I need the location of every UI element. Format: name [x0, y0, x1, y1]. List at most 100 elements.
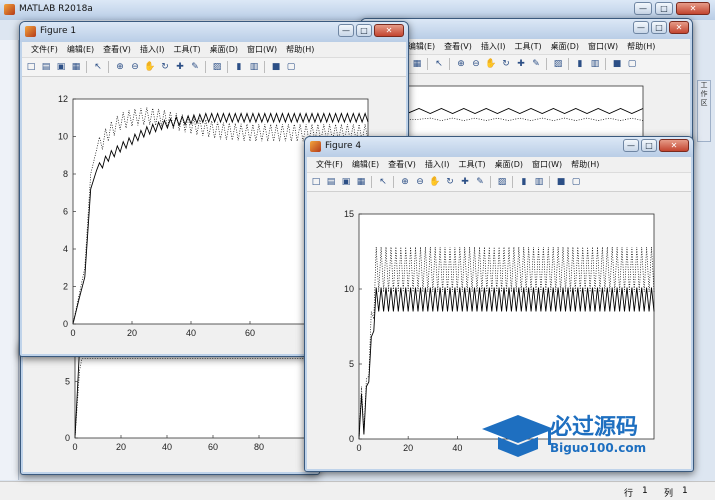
toolbar-separator — [568, 58, 569, 70]
pointer-icon[interactable]: ↖ — [92, 61, 104, 73]
new-icon[interactable]: □ — [310, 176, 322, 188]
link-icon[interactable]: ▨ — [496, 176, 508, 188]
show-plot-tools-icon[interactable]: ▢ — [285, 61, 297, 73]
rotate-icon[interactable]: ↻ — [444, 176, 456, 188]
menu-item[interactable]: 编辑(E) — [408, 39, 435, 54]
menu-item[interactable]: 插入(I) — [425, 157, 450, 172]
figure1-toolbar: □ ▤ ▣ ▦ ↖ ⊕ ⊖ ✋ ↻ ✚ ✎ ▨ ▮ ▥ ■ ▢ — [22, 58, 406, 77]
menu-item[interactable]: 插入(I) — [140, 42, 165, 57]
zoom-in-icon[interactable]: ⊕ — [455, 58, 467, 70]
zoom-in-icon[interactable]: ⊕ — [114, 61, 126, 73]
open-icon[interactable]: ▤ — [325, 176, 337, 188]
menu-item[interactable]: 窗口(W) — [247, 42, 277, 57]
pointer-icon[interactable]: ↖ — [433, 58, 445, 70]
pointer-icon[interactable]: ↖ — [377, 176, 389, 188]
menu-item[interactable]: 桌面(D) — [551, 39, 579, 54]
menu-item[interactable]: 工具(T) — [458, 157, 485, 172]
pan-icon[interactable]: ✋ — [485, 58, 497, 70]
menu-item[interactable]: 桌面(D) — [210, 42, 238, 57]
menu-item[interactable]: 帮助(H) — [286, 42, 314, 57]
zoom-out-icon[interactable]: ⊖ — [470, 58, 482, 70]
x-tick-label: 60 — [245, 328, 255, 338]
legend-icon[interactable]: ▥ — [589, 58, 601, 70]
link-icon[interactable]: ▨ — [552, 58, 564, 70]
y-tick-label: 5 — [349, 359, 354, 369]
menu-item[interactable]: 窗口(W) — [532, 157, 562, 172]
link-icon[interactable]: ▨ — [211, 61, 223, 73]
save-icon[interactable]: ▣ — [340, 176, 352, 188]
menu-item[interactable]: 查看(V) — [444, 39, 472, 54]
matlab-minimize-button[interactable]: — — [634, 2, 652, 15]
figure1-close-button[interactable]: ✕ — [374, 24, 404, 37]
matlab-maximize-button[interactable]: □ — [655, 2, 673, 15]
hide-plot-tools-icon[interactable]: ■ — [611, 58, 623, 70]
rotate-icon[interactable]: ↻ — [159, 61, 171, 73]
menu-item[interactable]: 查看(V) — [103, 42, 131, 57]
menu-item[interactable]: 窗口(W) — [588, 39, 618, 54]
print-icon[interactable]: ▦ — [355, 176, 367, 188]
figure-back-window[interactable]: — □ ✕ 文件(F)编辑(E)查看(V)插入(I)工具(T)桌面(D)窗口(W… — [360, 18, 693, 143]
zoom-in-icon[interactable]: ⊕ — [399, 176, 411, 188]
menu-item[interactable]: 帮助(H) — [571, 157, 599, 172]
matlab-close-button[interactable]: ✕ — [676, 2, 710, 15]
figure4-app-icon — [310, 141, 321, 152]
new-icon[interactable]: □ — [25, 61, 37, 73]
x-tick-label: 20 — [127, 328, 137, 338]
save-icon[interactable]: ▣ — [55, 61, 67, 73]
figure-back-minimize-button[interactable]: — — [633, 21, 649, 34]
figure-back-maximize-button[interactable]: □ — [651, 21, 667, 34]
brush-icon[interactable]: ✎ — [474, 176, 486, 188]
y-tick-label: 0 — [63, 319, 68, 329]
data-cursor-icon[interactable]: ✚ — [459, 176, 471, 188]
figure4-menubar: 文件(F) 编辑(E) 查看(V) 插入(I) 工具(T) 桌面(D) 窗口(W) 帮助(H) — [307, 157, 691, 173]
colorbar-icon[interactable]: ▮ — [233, 61, 245, 73]
figure4-minimize-button[interactable]: — — [623, 139, 639, 152]
hide-plot-tools-icon[interactable]: ■ — [270, 61, 282, 73]
colorbar-icon[interactable]: ▮ — [574, 58, 586, 70]
menu-item[interactable]: 文件(F) — [316, 157, 343, 172]
menu-item[interactable]: 编辑(E) — [352, 157, 379, 172]
brush-icon[interactable]: ✎ — [530, 58, 542, 70]
menu-item[interactable]: 编辑(E) — [67, 42, 94, 57]
toolbar-separator — [605, 58, 606, 70]
figure1-title: Figure 1 — [40, 26, 77, 36]
legend-icon[interactable]: ▥ — [248, 61, 260, 73]
legend-icon[interactable]: ▥ — [533, 176, 545, 188]
figure-back-axes — [363, 85, 644, 140]
zoom-out-icon[interactable]: ⊖ — [414, 176, 426, 188]
workspace-panel-tab[interactable]: 工作区 — [697, 80, 711, 142]
rotate-icon[interactable]: ↻ — [500, 58, 512, 70]
colorbar-icon[interactable]: ▮ — [518, 176, 530, 188]
menu-item[interactable]: 查看(V) — [388, 157, 416, 172]
figure4-maximize-button[interactable]: □ — [641, 139, 657, 152]
toolbar-separator — [227, 61, 228, 73]
pan-icon[interactable]: ✋ — [429, 176, 441, 188]
left-panel-strip — [0, 40, 19, 480]
menu-item[interactable]: 桌面(D) — [495, 157, 523, 172]
y-tick-label: 0 — [349, 434, 354, 444]
menu-item[interactable]: 帮助(H) — [627, 39, 655, 54]
figure-back-close-button[interactable]: ✕ — [669, 21, 689, 34]
watermark-text: 必过源码 — [550, 415, 639, 440]
watermark-url: Biguo100.com — [550, 441, 647, 455]
figure1-maximize-button[interactable]: □ — [356, 24, 372, 37]
menu-item[interactable]: 插入(I) — [481, 39, 506, 54]
data-cursor-icon[interactable]: ✚ — [515, 58, 527, 70]
figure-back-bottom-axes: 0 20 40 60 80 0 5 — [65, 343, 306, 452]
print-icon[interactable]: ▦ — [411, 58, 423, 70]
pan-icon[interactable]: ✋ — [144, 61, 156, 73]
zoom-out-icon[interactable]: ⊖ — [129, 61, 141, 73]
print-icon[interactable]: ▦ — [70, 61, 82, 73]
data-cursor-icon[interactable]: ✚ — [174, 61, 186, 73]
open-icon[interactable]: ▤ — [40, 61, 52, 73]
figure-back-bottom-window[interactable]: 0 20 40 60 80 0 5 — [20, 340, 320, 475]
hide-plot-tools-icon[interactable]: ■ — [555, 176, 567, 188]
figure1-minimize-button[interactable]: — — [338, 24, 354, 37]
brush-icon[interactable]: ✎ — [189, 61, 201, 73]
menu-item[interactable]: 工具(T) — [173, 42, 200, 57]
figure4-close-button[interactable]: ✕ — [659, 139, 689, 152]
menu-item[interactable]: 文件(F) — [31, 42, 58, 57]
menu-item[interactable]: 工具(T) — [514, 39, 541, 54]
show-plot-tools-icon[interactable]: ▢ — [570, 176, 582, 188]
show-plot-tools-icon[interactable]: ▢ — [626, 58, 638, 70]
